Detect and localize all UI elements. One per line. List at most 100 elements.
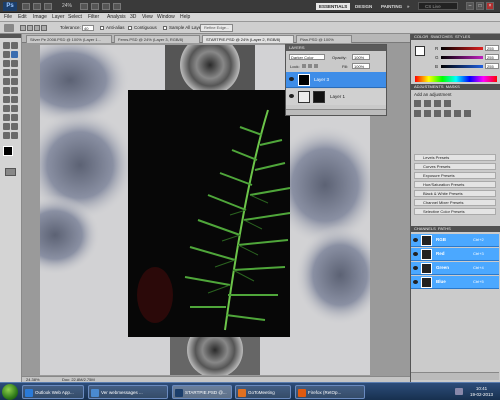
visibility-eye-icon[interactable] (413, 266, 418, 270)
brightness-contrast-icon[interactable] (414, 100, 421, 107)
vibrance-icon[interactable] (414, 110, 421, 117)
visibility-eye-icon[interactable] (289, 94, 294, 98)
foreground-color-swatch[interactable] (3, 146, 13, 156)
color-slider-b[interactable]: B 255 (435, 63, 499, 70)
channel-mixer-icon[interactable] (464, 110, 471, 117)
menu-help[interactable]: Help (180, 14, 190, 20)
layers-panel-title[interactable]: LAYERS (286, 45, 386, 51)
menu-window[interactable]: Window (157, 14, 175, 20)
hue-saturation-icon[interactable] (424, 110, 431, 117)
taskbar-item[interactable]: Firefox (RetOp... (295, 385, 365, 399)
menu-3d[interactable]: 3D (130, 14, 136, 20)
screen-mode-icon[interactable] (113, 3, 121, 10)
tab-masks[interactable]: MASKS (446, 84, 460, 89)
quick-mask-icon[interactable] (5, 168, 16, 176)
layer-row-selected[interactable]: Layer 3 (286, 72, 386, 88)
preset-item[interactable]: Levels Presets (414, 154, 496, 161)
view-extras-icon[interactable] (44, 3, 52, 10)
subtract-selection-icon[interactable] (34, 25, 40, 31)
workspace-painting[interactable]: PAINTING (378, 3, 405, 10)
lock-pixels-icon[interactable] (308, 64, 312, 68)
menu-view[interactable]: View (142, 14, 153, 20)
channel-row-blue[interactable]: Blue Ctrl+5 (411, 276, 499, 289)
preset-item[interactable]: Channel Mixer Presets (414, 199, 496, 206)
clone-stamp-icon[interactable] (3, 78, 10, 85)
preset-item[interactable]: Exposure Presets (414, 172, 496, 179)
doc-tab-2[interactable]: Ferns.PSD @ 24% (Layer 3, RGB/8) (114, 35, 200, 43)
hand-tool-icon[interactable] (80, 3, 88, 10)
shape-tool-icon[interactable] (11, 114, 18, 121)
rotate-view-icon[interactable] (91, 3, 99, 10)
hand-tool-icon[interactable] (3, 132, 10, 139)
intersect-selection-icon[interactable] (41, 25, 47, 31)
close-button[interactable]: × (486, 2, 494, 10)
layer-row[interactable]: Layer 1 (286, 89, 386, 105)
tab-paths[interactable]: PATHS (438, 226, 451, 231)
channel-row-rgb[interactable]: RGB Ctrl+2 (411, 234, 499, 247)
lasso-tool-icon[interactable] (3, 51, 10, 58)
visibility-eye-icon[interactable] (413, 238, 418, 242)
start-button[interactable] (2, 384, 18, 400)
tolerance-input[interactable]: 40 (82, 25, 94, 31)
slider-value-input[interactable]: 255 (485, 45, 499, 51)
healing-brush-icon[interactable] (3, 69, 10, 76)
color-ramp[interactable] (415, 76, 497, 82)
marquee-tool-icon[interactable] (11, 42, 18, 49)
lock-position-icon[interactable] (314, 64, 318, 68)
type-tool-icon[interactable] (11, 105, 18, 112)
magic-wand-icon[interactable] (4, 24, 14, 32)
add-to-selection-icon[interactable] (27, 25, 33, 31)
move-tool-icon[interactable] (3, 42, 10, 49)
workspace-design[interactable]: DESIGN (352, 3, 375, 10)
menu-layer[interactable]: Layer (52, 14, 65, 20)
tray-icons[interactable] (455, 388, 463, 395)
zoom-tool-icon[interactable] (11, 132, 18, 139)
3d-camera-icon[interactable] (11, 123, 18, 130)
menu-image[interactable]: Image (33, 14, 47, 20)
channel-row-red[interactable]: Red Ctrl+3 (411, 248, 499, 261)
eraser-tool-icon[interactable] (3, 87, 10, 94)
minimize-button[interactable]: – (466, 2, 474, 10)
gradient-tool-icon[interactable] (11, 87, 18, 94)
arrange-documents-icon[interactable] (102, 3, 110, 10)
taskbar-item[interactable]: GoToMeeting (235, 385, 291, 399)
history-brush-icon[interactable] (11, 78, 18, 85)
curves-icon[interactable] (434, 100, 441, 107)
preset-item[interactable]: Curves Presets (414, 163, 496, 170)
crop-tool-icon[interactable] (3, 60, 10, 67)
cs-live-button[interactable]: CS Live (418, 2, 458, 10)
taskbar-item[interactable]: Outlook Web App... (22, 385, 84, 399)
photo-filter-icon[interactable] (454, 110, 461, 117)
workspace-essentials[interactable]: ESSENTIALS (316, 3, 351, 10)
levels-icon[interactable] (424, 100, 431, 107)
layer-mask-thumbnail[interactable] (313, 91, 325, 103)
tab-color[interactable]: COLOR (414, 34, 428, 39)
menu-filter[interactable]: Filter (88, 14, 99, 20)
color-slider-g[interactable]: G 255 (435, 54, 499, 61)
preset-item[interactable]: Selective Color Presets (414, 208, 496, 215)
layer-name[interactable]: Layer 3 (314, 77, 329, 82)
color-slider-r[interactable]: R 255 (435, 45, 499, 52)
visibility-eye-icon[interactable] (413, 280, 418, 284)
mini-bridge-icon[interactable] (33, 3, 41, 10)
color-balance-icon[interactable] (434, 110, 441, 117)
tab-swatches[interactable]: SWATCHES (430, 34, 452, 39)
menu-analysis[interactable]: Analysis (107, 14, 126, 20)
zoom-level[interactable]: 24% (62, 3, 72, 9)
channel-row-green[interactable]: Green Ctrl+4 (411, 262, 499, 275)
doc-tab-active[interactable]: STARTPIE.PSD @ 24% (Layer 2, RGB/8) (202, 35, 294, 43)
doc-tab-1[interactable]: Silver Pe 2008.PSD @ 100% (Layer 1... (26, 35, 112, 43)
menu-file[interactable]: File (4, 14, 12, 20)
workspace-more[interactable]: » (404, 3, 413, 10)
slider-value-input[interactable]: 255 (485, 54, 499, 60)
menu-edit[interactable]: Edit (18, 14, 27, 20)
refine-edge-button[interactable]: Refine Edge... (200, 24, 234, 32)
doc-tab-4[interactable]: Plan.PSD @ 100% (RGB/8) (296, 35, 352, 50)
preset-item[interactable]: Hue/Saturation Presets (414, 181, 496, 188)
blur-tool-icon[interactable] (3, 96, 10, 103)
magic-wand-tool-icon[interactable] (11, 51, 18, 58)
dodge-tool-icon[interactable] (11, 96, 18, 103)
menu-select[interactable]: Select (68, 14, 82, 20)
taskbar-item[interactable]: STARTPIE.PSD @... (172, 385, 232, 399)
slider-track[interactable] (441, 65, 483, 68)
